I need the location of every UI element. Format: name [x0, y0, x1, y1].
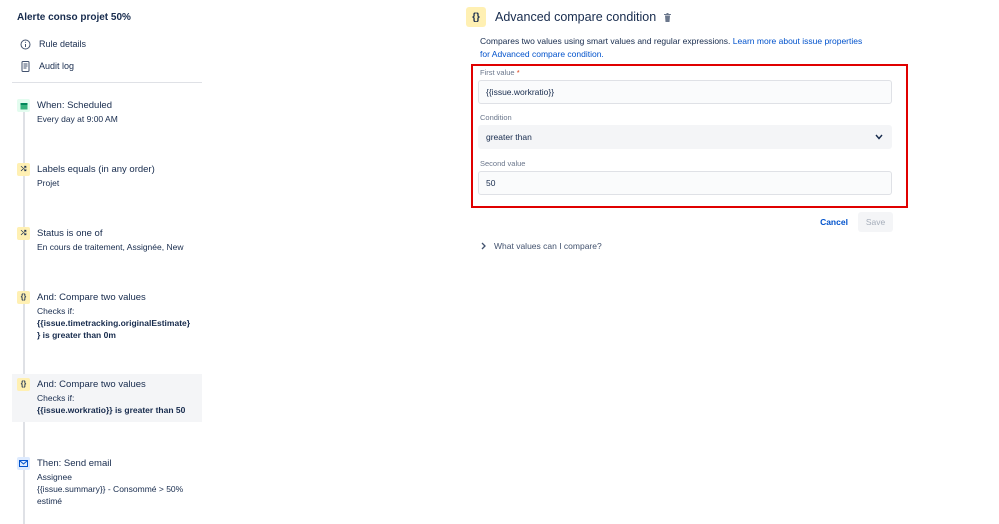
step-detail: {{issue.summary}} - Consommé > 50%: [37, 484, 184, 494]
required-mark: *: [516, 68, 520, 77]
condition-value: greater than: [486, 132, 532, 142]
step-title: And: Compare two values: [37, 379, 146, 390]
first-value-label: First value *: [480, 68, 520, 77]
condition-label: Condition: [480, 113, 512, 122]
save-button[interactable]: Save: [858, 212, 893, 232]
step-detail: Every day at 9:00 AM: [37, 114, 118, 124]
step-condition-status[interactable]: ⤮ Status is one of En cours de traitemen…: [12, 223, 202, 258]
nav-audit-log-label: Audit log: [39, 61, 75, 71]
editor-header: {} Advanced compare condition: [466, 7, 671, 27]
step-condition-labels[interactable]: ⤮ Labels equals (in any order) Projet: [12, 159, 202, 194]
envelope-icon: [17, 457, 30, 470]
step-detail: estimé: [37, 496, 63, 506]
step-detail: En cours de traitement, Assignée, New: [37, 242, 184, 252]
nav-audit-log[interactable]: Audit log: [19, 59, 74, 73]
second-value-label: Second value: [480, 159, 526, 168]
step-title: When: Scheduled: [37, 100, 112, 111]
rule-sidebar: Alerte conso projet 50% Rule details Aud…: [0, 0, 206, 524]
trash-icon[interactable]: [663, 12, 671, 22]
editor-description: Compares two values using smart values a…: [480, 35, 900, 60]
step-expression: } is greater than 0m: [37, 330, 116, 340]
learn-more-link[interactable]: Learn more about issue properties: [733, 36, 862, 46]
step-title: Status is one of: [37, 228, 103, 239]
cancel-button[interactable]: Cancel: [815, 212, 853, 232]
step-trigger-scheduled[interactable]: When: Scheduled Every day at 9:00 AM: [12, 95, 202, 130]
first-value-text: {{issue.workratio}}: [486, 87, 555, 97]
step-title: Then: Send email: [37, 458, 112, 469]
expander-label: What values can I compare?: [494, 241, 602, 251]
what-values-expander[interactable]: What values can I compare?: [481, 241, 602, 251]
braces-icon: {}: [17, 378, 30, 391]
editor-title: Advanced compare condition: [495, 10, 657, 24]
step-action-send-email[interactable]: Then: Send email Assignee {{issue.summar…: [12, 453, 202, 512]
step-detail: Assignee: [37, 472, 72, 482]
branch-icon: ⤮: [17, 163, 30, 176]
step-compare-original-estimate[interactable]: {} And: Compare two values Checks if: {{…: [12, 287, 202, 346]
step-detail: Checks if:: [37, 306, 75, 316]
chevron-down-icon: [875, 132, 883, 142]
second-value-input[interactable]: 50: [478, 171, 892, 195]
nav-rule-details[interactable]: Rule details: [19, 37, 86, 51]
description-text: Compares two values using smart values a…: [480, 36, 731, 46]
step-title: Labels equals (in any order): [37, 164, 155, 175]
info-icon: [19, 38, 31, 50]
braces-icon: {}: [466, 7, 486, 27]
condition-select[interactable]: greater than: [478, 125, 892, 149]
step-expression: {{issue.workratio}} is greater than 50: [37, 405, 186, 415]
nav-rule-details-label: Rule details: [39, 39, 87, 49]
step-detail: Projet: [37, 178, 60, 188]
step-detail: Checks if:: [37, 393, 75, 403]
step-compare-workratio[interactable]: {} And: Compare two values Checks if: {{…: [12, 374, 202, 422]
sidebar-divider: [12, 82, 202, 83]
document-icon: [19, 60, 31, 72]
step-expression: {{issue.timetracking.originalEstimate}: [37, 318, 191, 328]
rule-title: Alerte conso projet 50%: [17, 12, 131, 23]
braces-icon: {}: [17, 291, 30, 304]
learn-more-link-cont[interactable]: for Advanced compare condition.: [480, 49, 604, 59]
branch-icon: ⤮: [17, 227, 30, 240]
chevron-right-icon: [481, 242, 487, 250]
first-value-input[interactable]: {{issue.workratio}}: [478, 80, 892, 104]
second-value-text: 50: [486, 178, 496, 188]
first-value-label-text: First value: [480, 68, 515, 77]
step-title: And: Compare two values: [37, 292, 146, 303]
calendar-icon: [17, 99, 30, 112]
